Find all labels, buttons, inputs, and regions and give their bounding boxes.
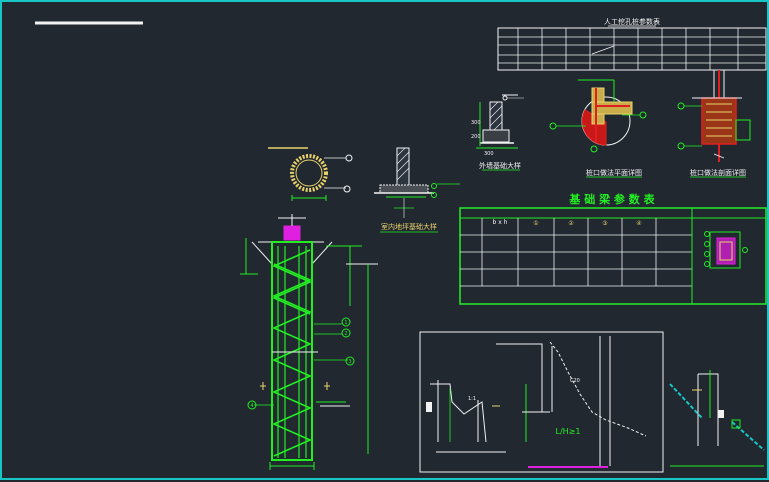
joint-plan-detail: 桩口做法平面详图 [549, 79, 647, 178]
outer-wall-label: 外墙基础大样 [479, 161, 521, 170]
marker-label-1: 1 [344, 320, 347, 326]
slope-ratio-label: L/H≥1 [556, 427, 581, 436]
drawing-svg: 人工挖孔桩参数表 300 200 300 外墙基础大样 桩口做法平面详图 桩口做… [35, 17, 767, 473]
pile-cage-icon [240, 214, 378, 470]
dim-label-c: 300 [484, 151, 494, 157]
beam-col-4: ④ [636, 220, 641, 227]
cad-drawing-canvas: 人工挖孔桩参数表 300 200 300 外墙基础大样 桩口做法平面详图 桩口做… [0, 0, 769, 480]
beam-parameter-table: 基 础 梁 参 数 表 b x h ① ② ③ ④ [459, 192, 767, 305]
joint-section-label: 桩口做法剖面详图 [690, 168, 746, 177]
pile-parameter-table: 人工挖孔桩参数表 [497, 17, 767, 71]
beam-col-3: ③ [602, 220, 607, 227]
joint-plan-label: 桩口做法平面详图 [586, 168, 642, 177]
slope-section-icon: L/H≥1 1:1 C20 [419, 331, 664, 473]
slope-left-label: 1:1 [468, 396, 476, 402]
dim-label-a: 300 [471, 120, 481, 126]
pile-table-title: 人工挖孔桩参数表 [604, 17, 660, 26]
beam-col-bxh: b x h [493, 219, 508, 226]
beam-col-2: ② [568, 220, 574, 227]
joint-section-detail: 桩口做法剖面详图 [677, 69, 751, 178]
beam-col-1: ① [533, 220, 538, 227]
right-slope-detail [669, 370, 765, 467]
inner-wall-label: 室内地坪基础大样 [381, 222, 437, 231]
marker-label-2: 2 [344, 331, 347, 337]
beam-table-title: 基 础 梁 参 数 表 [568, 192, 655, 206]
slope-mid-label: C20 [570, 378, 580, 384]
marker-label-3: 3 [348, 359, 351, 365]
marker-group: 1 2 3 4 [247, 317, 355, 410]
wall-footing-icon: 室内地坪基础大样 [374, 147, 460, 233]
outer-wall-footing-detail: 300 200 300 外墙基础大样 [471, 94, 524, 171]
dim-label-b: 200 [471, 134, 481, 140]
ring-section-icon [268, 147, 353, 201]
marker-label-4: 4 [250, 403, 253, 409]
